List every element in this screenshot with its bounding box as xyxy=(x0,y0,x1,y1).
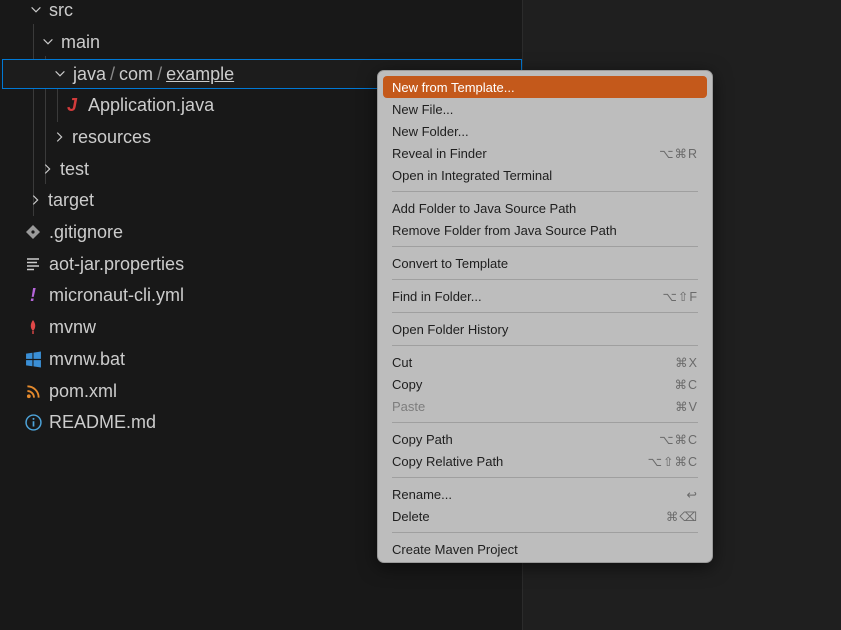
menu-item-find-in-folder[interactable]: Find in Folder... ⌥⇧F xyxy=(383,285,707,307)
context-menu: New from Template... New File... New Fol… xyxy=(377,70,713,563)
menu-item-label: New from Template... xyxy=(392,79,515,95)
windows-icon xyxy=(23,349,43,369)
chevron-right-icon xyxy=(38,160,56,178)
menu-item-label: Copy xyxy=(392,376,423,392)
menu-separator xyxy=(392,246,698,247)
java-file-icon: J xyxy=(66,94,77,115)
yml-exclamation-icon: ! xyxy=(30,284,36,305)
menu-item-label: Copy Relative Path xyxy=(392,453,504,469)
tree-item-label: test xyxy=(60,158,90,179)
menu-item-rename[interactable]: Rename... ↩ xyxy=(383,483,707,505)
tree-item-label: mvnw xyxy=(49,316,97,337)
chevron-right-icon xyxy=(26,191,44,209)
menu-item-copy-relative-path[interactable]: Copy Relative Path ⌥⇧⌘C xyxy=(383,450,707,472)
menu-separator xyxy=(392,312,698,313)
menu-item-label: New File... xyxy=(392,101,454,117)
menu-item-label: Copy Path xyxy=(392,431,453,447)
shortcut-label: ⌘⌫ xyxy=(665,509,698,524)
tree-item-label: README.md xyxy=(49,411,157,432)
path-separator: / xyxy=(110,63,116,84)
tree-item-label: target xyxy=(48,189,95,210)
menu-item-label: Find in Folder... xyxy=(392,288,482,304)
menu-separator xyxy=(392,422,698,423)
menu-separator xyxy=(392,191,698,192)
menu-item-open-in-terminal[interactable]: Open in Integrated Terminal xyxy=(383,164,707,186)
tree-item-label: resources xyxy=(72,126,152,147)
git-icon xyxy=(23,222,43,242)
menu-item-remove-java-source-path[interactable]: Remove Folder from Java Source Path xyxy=(383,219,707,241)
tree-item-label: mvnw.bat xyxy=(49,348,126,369)
path-segment-example[interactable]: example xyxy=(166,64,234,85)
maven-feather-icon xyxy=(23,317,43,337)
tree-item-src[interactable]: src xyxy=(0,0,522,25)
menu-item-label: Cut xyxy=(392,354,413,370)
menu-item-label: Paste xyxy=(392,398,426,414)
menu-separator xyxy=(392,279,698,280)
menu-item-copy[interactable]: Copy ⌘C xyxy=(383,373,707,395)
menu-item-convert-to-template[interactable]: Convert to Template xyxy=(383,252,707,274)
path-segment-java[interactable]: java xyxy=(73,64,106,85)
shortcut-label: ↩ xyxy=(686,487,698,502)
shortcut-label: ⌥⇧F xyxy=(662,289,698,304)
menu-separator xyxy=(392,532,698,533)
menu-separator xyxy=(392,477,698,478)
shortcut-label: ⌥⇧⌘C xyxy=(647,454,698,469)
path-segment-com[interactable]: com xyxy=(119,64,153,85)
menu-item-label: Delete xyxy=(392,508,430,524)
chevron-down-icon xyxy=(27,1,45,19)
tree-item-label: main xyxy=(61,31,101,52)
menu-item-copy-path[interactable]: Copy Path ⌥⌘C xyxy=(383,428,707,450)
menu-item-new-from-template[interactable]: New from Template... xyxy=(383,76,707,98)
tree-item-label: Application.java xyxy=(88,94,215,115)
menu-item-new-folder[interactable]: New Folder... xyxy=(383,120,707,142)
tree-item-main[interactable]: main xyxy=(0,27,522,57)
menu-item-label: Open in Integrated Terminal xyxy=(392,167,553,183)
info-icon xyxy=(23,412,43,432)
menu-item-cut[interactable]: Cut ⌘X xyxy=(383,351,707,373)
menu-item-label: Add Folder to Java Source Path xyxy=(392,200,577,216)
tree-item-label: aot-jar.properties xyxy=(49,253,185,274)
menu-item-add-java-source-path[interactable]: Add Folder to Java Source Path xyxy=(383,197,707,219)
menu-item-label: Create Maven Project xyxy=(392,541,518,557)
menu-item-label: Reveal in Finder xyxy=(392,145,487,161)
rss-icon xyxy=(23,381,43,401)
shortcut-label: ⌥⌘R xyxy=(659,146,698,161)
menu-item-create-maven-project[interactable]: Create Maven Project xyxy=(383,538,707,560)
lines-icon xyxy=(23,254,43,274)
menu-item-reveal-in-finder[interactable]: Reveal in Finder ⌥⌘R xyxy=(383,142,707,164)
tree-item-label: pom.xml xyxy=(49,380,118,401)
tree-item-label: src xyxy=(49,0,73,20)
path-separator: / xyxy=(157,63,163,84)
menu-item-paste[interactable]: Paste ⌘V xyxy=(383,395,707,417)
menu-item-label: Remove Folder from Java Source Path xyxy=(392,222,617,238)
shortcut-label: ⌘V xyxy=(675,399,698,414)
menu-item-label: Open Folder History xyxy=(392,321,509,337)
chevron-down-icon xyxy=(51,65,69,83)
tree-item-label: micronaut-cli.yml xyxy=(49,284,185,305)
menu-item-label: Convert to Template xyxy=(392,255,509,271)
menu-item-label: Rename... xyxy=(392,486,452,502)
shortcut-label: ⌘C xyxy=(674,377,698,392)
menu-item-delete[interactable]: Delete ⌘⌫ xyxy=(383,505,707,527)
tree-item-label: .gitignore xyxy=(49,221,124,242)
menu-item-new-file[interactable]: New File... xyxy=(383,98,707,120)
shortcut-label: ⌥⌘C xyxy=(659,432,698,447)
menu-separator xyxy=(392,345,698,346)
menu-item-label: New Folder... xyxy=(392,123,469,139)
chevron-down-icon xyxy=(39,33,57,51)
menu-item-open-folder-history[interactable]: Open Folder History xyxy=(383,318,707,340)
chevron-right-icon xyxy=(50,128,68,146)
shortcut-label: ⌘X xyxy=(675,355,698,370)
